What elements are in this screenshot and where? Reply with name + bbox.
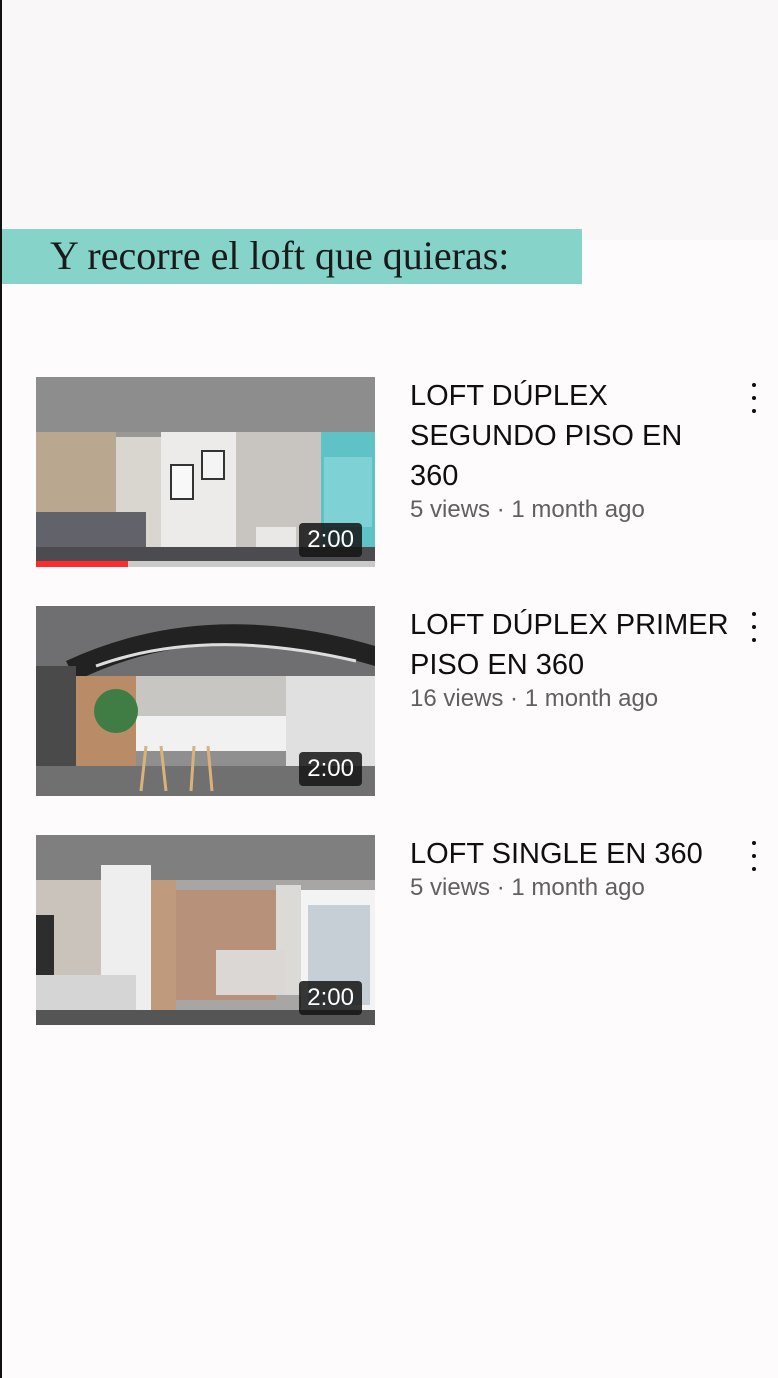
video-duration: 2:00 — [299, 752, 362, 786]
video-title[interactable]: LOFT SINGLE EN 360 — [410, 834, 730, 874]
more-vert-icon[interactable] — [743, 383, 765, 413]
heading-text: Y recorre el loft que quieras: — [50, 233, 510, 278]
heading-banner: Y recorre el loft que quieras: — [2, 229, 582, 284]
video-title[interactable]: LOFT DÚPLEX PRIMER PISO EN 360 — [410, 605, 730, 685]
video-item[interactable]: 2:00 LOFT DÚPLEX SEGUNDO PISO EN 360 5 v… — [0, 377, 778, 572]
video-info[interactable]: LOFT DÚPLEX SEGUNDO PISO EN 360 5 views … — [410, 377, 730, 524]
video-title[interactable]: LOFT DÚPLEX SEGUNDO PISO EN 360 — [410, 376, 730, 496]
watch-progress-track — [36, 561, 375, 567]
video-thumbnail[interactable]: 2:00 — [36, 606, 375, 796]
video-duration: 2:00 — [299, 981, 362, 1015]
video-thumbnail[interactable]: 2:00 — [36, 377, 375, 567]
watch-progress-fill — [36, 561, 128, 567]
video-item[interactable]: 2:00 LOFT DÚPLEX PRIMER PISO EN 360 16 v… — [0, 606, 778, 801]
video-meta: 5 views · 1 month ago — [410, 496, 645, 523]
more-vert-icon[interactable] — [743, 612, 765, 642]
video-meta: 16 views · 1 month ago — [410, 685, 659, 712]
video-info[interactable]: LOFT DÚPLEX PRIMER PISO EN 360 16 views … — [410, 606, 730, 713]
video-duration: 2:00 — [299, 523, 362, 557]
top-blank-area — [2, 0, 778, 240]
video-meta: 5 views · 1 month ago — [410, 874, 645, 901]
video-info[interactable]: LOFT SINGLE EN 360 5 views · 1 month ago — [410, 835, 730, 902]
more-vert-icon[interactable] — [743, 841, 765, 871]
video-item[interactable]: 2:00 LOFT SINGLE EN 360 5 views · 1 mont… — [0, 835, 778, 1030]
video-thumbnail[interactable]: 2:00 — [36, 835, 375, 1025]
